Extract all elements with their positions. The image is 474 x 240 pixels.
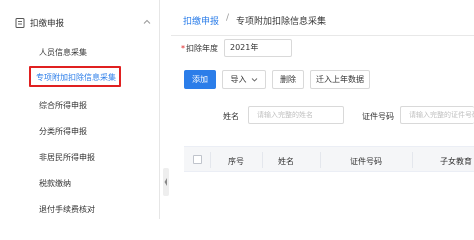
column-divider: [320, 152, 321, 168]
deduction-year-select[interactable]: 2021年: [224, 39, 292, 57]
collapse-sidebar-icon[interactable]: [163, 168, 169, 196]
column-divider: [262, 152, 263, 168]
id-number-input[interactable]: [400, 106, 474, 124]
breadcrumb-separator: /: [226, 13, 230, 23]
sidebar-section-label: 扣缴申报: [30, 19, 65, 29]
sidebar-section-withholding[interactable]: 扣缴申报: [14, 15, 154, 31]
active-item-highlight: [29, 66, 121, 87]
column-divider: [210, 152, 211, 168]
name-label: 姓名: [223, 112, 239, 121]
sidebar-item-fee-refund[interactable]: 退付手续费核对: [39, 204, 95, 215]
import-label: 导入: [230, 75, 247, 84]
breadcrumb: 扣缴申报 / 专项附加扣除信息采集: [171, 0, 474, 36]
column-header-index: 序号: [228, 157, 244, 166]
required-mark: *: [181, 44, 185, 53]
deduction-year-label: *扣除年度: [181, 43, 218, 54]
select-all-checkbox[interactable]: [193, 155, 202, 164]
name-input[interactable]: [248, 106, 344, 124]
document-icon: [15, 18, 25, 28]
sidebar-item-comprehensive-income[interactable]: 综合所得申报: [39, 100, 87, 111]
chevron-down-icon: [251, 78, 257, 82]
id-number-input-field[interactable]: [401, 107, 474, 123]
add-button[interactable]: 添加: [184, 70, 216, 89]
chevron-up-icon[interactable]: [142, 17, 152, 27]
sidebar-item-categorized-income[interactable]: 分类所得申报: [39, 126, 87, 137]
table-header: 序号 姓名 证件号码 子女教育: [184, 146, 474, 172]
import-button[interactable]: 导入: [222, 70, 266, 89]
sidebar-item-personnel[interactable]: 人员信息采集: [39, 47, 87, 58]
sidebar-item-tax-payment[interactable]: 税款缴纳: [39, 178, 71, 189]
breadcrumb-parent[interactable]: 扣缴申报: [183, 14, 219, 27]
sidebar: 扣缴申报 人员信息采集 专项附加扣除信息采集 综合所得申报 分类所得申报 非居民…: [0, 0, 160, 219]
deduction-year-text: 扣除年度: [186, 44, 218, 53]
column-header-id-number: 证件号码: [350, 157, 382, 166]
sidebar-item-nonresident-income[interactable]: 非居民所得申报: [39, 152, 95, 163]
column-divider: [412, 152, 413, 168]
breadcrumb-current: 专项附加扣除信息采集: [236, 17, 327, 27]
migrate-last-year-button[interactable]: 迁入上年数据: [310, 70, 370, 89]
column-header-child-education: 子女教育: [440, 157, 472, 166]
id-number-label: 证件号码: [362, 112, 394, 121]
name-input-field[interactable]: [249, 107, 343, 123]
column-header-name: 姓名: [278, 157, 294, 166]
delete-button[interactable]: 删除: [272, 70, 304, 89]
